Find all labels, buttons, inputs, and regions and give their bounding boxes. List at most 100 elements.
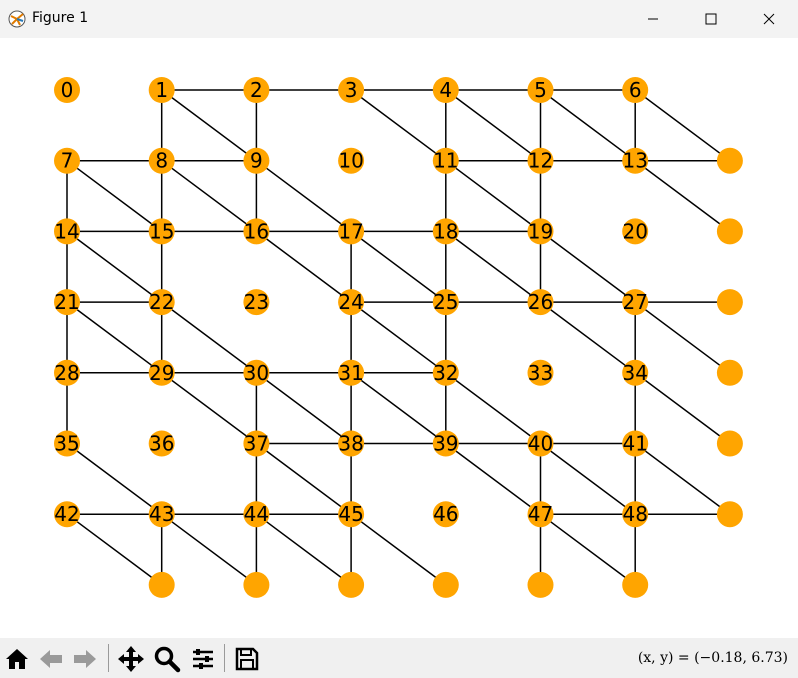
toolbar-separator	[224, 644, 225, 672]
graph-node-unlabeled	[432, 571, 459, 598]
node-label-11: 11	[433, 149, 458, 173]
node-label-39: 39	[433, 432, 458, 456]
node-label-48: 48	[622, 502, 647, 526]
graph-node-unlabeled	[716, 147, 743, 174]
graph-edge	[350, 372, 447, 445]
node-label-35: 35	[54, 432, 79, 456]
zoom-button[interactable]	[152, 644, 182, 674]
graph-edge	[445, 160, 541, 233]
node-label-18: 18	[433, 219, 458, 243]
title-bar: Figure 1	[0, 0, 798, 39]
minimize-button[interactable]	[624, 0, 682, 38]
close-icon	[763, 13, 775, 25]
node-label-23: 23	[244, 290, 269, 314]
home-button[interactable]	[2, 644, 32, 674]
graph-edge	[255, 513, 352, 586]
node-label-34: 34	[622, 361, 647, 385]
node-label-31: 31	[338, 361, 363, 385]
node-label-41: 41	[622, 432, 647, 456]
close-button[interactable]	[740, 0, 798, 38]
graph-edge	[161, 513, 257, 586]
node-label-33: 33	[528, 361, 553, 385]
node-label-13: 13	[622, 149, 647, 173]
node-label-14: 14	[54, 219, 79, 243]
graph-node-unlabeled	[622, 571, 649, 598]
save-button[interactable]	[232, 644, 262, 674]
node-label-38: 38	[338, 432, 363, 456]
configure-subplots-button[interactable]	[188, 644, 218, 674]
graph-node-unlabeled	[716, 359, 743, 386]
graph-edge	[161, 89, 257, 162]
graph-edge	[634, 160, 731, 233]
graph-edge	[350, 89, 447, 162]
graph-edge	[350, 230, 447, 303]
node-label-45: 45	[338, 502, 363, 526]
graph-edge	[445, 372, 541, 445]
graph-node-unlabeled	[716, 430, 743, 457]
node-label-2: 2	[250, 78, 263, 102]
node-label-10: 10	[338, 149, 363, 173]
graph-edge	[634, 372, 731, 445]
node-label-9: 9	[250, 149, 263, 173]
node-label-29: 29	[149, 361, 174, 385]
node-label-28: 28	[54, 361, 79, 385]
graph-edge	[634, 89, 731, 162]
graph-node-unlabeled	[338, 571, 365, 598]
graph-edge	[66, 160, 163, 233]
graph-edge	[634, 442, 731, 515]
node-label-16: 16	[244, 219, 269, 243]
graph-edge	[66, 442, 163, 515]
node-label-19: 19	[528, 219, 553, 243]
node-label-22: 22	[149, 290, 174, 314]
graph-edge	[161, 160, 257, 233]
node-label-3: 3	[345, 78, 358, 102]
node-label-12: 12	[528, 149, 553, 173]
graph-edge	[66, 230, 163, 303]
node-label-42: 42	[54, 502, 79, 526]
node-label-0: 0	[61, 78, 74, 102]
node-label-44: 44	[244, 502, 269, 526]
node-label-15: 15	[149, 219, 174, 243]
node-label-43: 43	[149, 502, 174, 526]
node-label-26: 26	[528, 290, 553, 314]
maximize-icon	[705, 13, 717, 25]
node-label-4: 4	[439, 78, 452, 102]
graph-edge	[161, 301, 257, 374]
zoom-icon	[154, 646, 181, 673]
graph-edge	[540, 89, 636, 162]
node-label-27: 27	[622, 290, 647, 314]
matplotlib-app-icon	[8, 10, 26, 28]
graph-edge	[350, 301, 447, 374]
configure-icon	[193, 649, 213, 669]
minimize-icon	[648, 18, 658, 20]
graph-edge	[255, 442, 352, 515]
node-label-40: 40	[528, 432, 553, 456]
forward-icon	[74, 650, 96, 668]
graph-edge	[540, 442, 636, 515]
graph-edge	[255, 230, 352, 303]
graph-edge	[350, 513, 447, 586]
graph-edge	[66, 513, 163, 586]
forward-button[interactable]	[70, 644, 100, 674]
graph-edge	[161, 372, 257, 445]
graph-edge	[445, 89, 541, 162]
graph-node-unlabeled	[527, 571, 554, 598]
graph-node-unlabeled	[148, 571, 175, 598]
node-label-46: 46	[433, 502, 458, 526]
node-label-47: 47	[528, 502, 553, 526]
maximize-button[interactable]	[682, 0, 740, 38]
node-label-6: 6	[629, 78, 642, 102]
graph-edge	[255, 372, 352, 445]
navigation-toolbar: (x, y) = (−0.18, 6.73)	[0, 638, 798, 678]
node-label-17: 17	[338, 219, 363, 243]
node-label-7: 7	[61, 149, 74, 173]
back-button[interactable]	[36, 644, 66, 674]
node-label-8: 8	[155, 149, 168, 173]
graph-edge	[445, 230, 541, 303]
save-icon	[235, 647, 259, 671]
node-label-37: 37	[244, 432, 269, 456]
pan-button[interactable]	[116, 644, 146, 674]
graph-edge	[540, 230, 636, 303]
graph-edge	[445, 442, 541, 515]
figure-canvas[interactable]: 0 1 2 3 4 5 6 7 8 9 10 11 12 13 14 15 16 17 18 19 20 21 22 23 24…	[0, 38, 798, 638]
